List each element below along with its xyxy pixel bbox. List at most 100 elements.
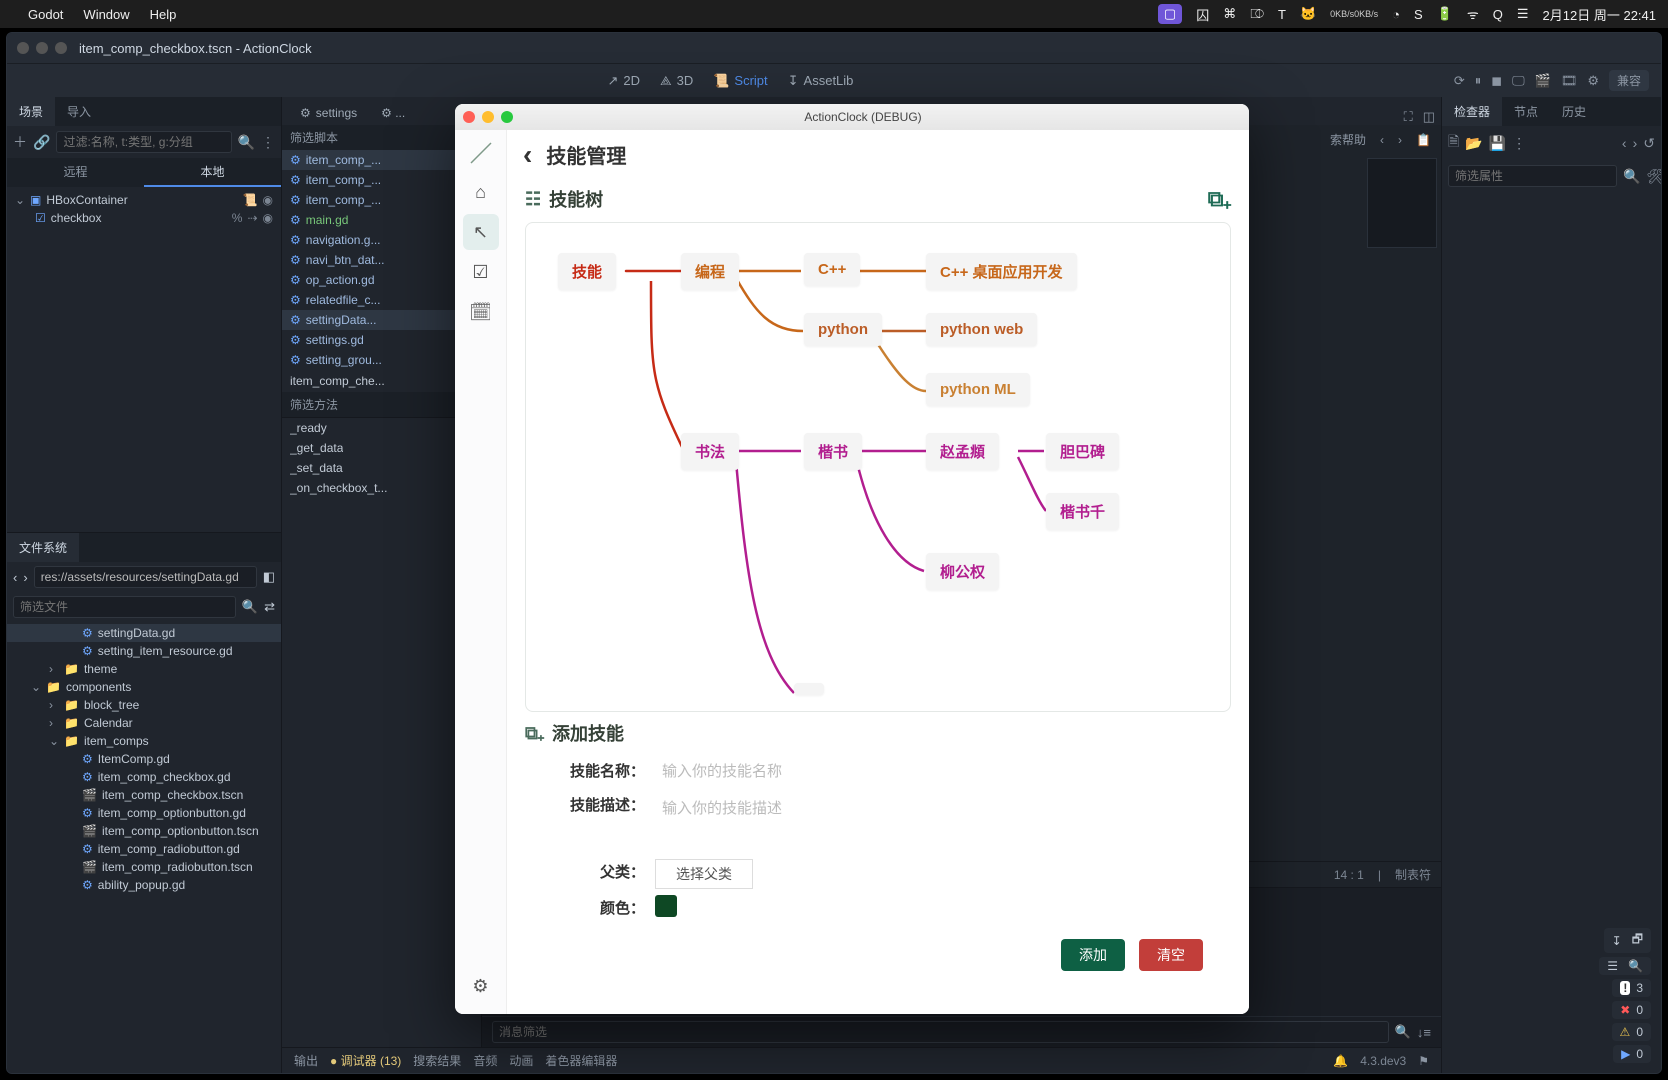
tree-node-zhao[interactable]: 赵孟頫 — [926, 433, 999, 470]
script-item[interactable]: ⚙item_comp_... — [282, 150, 481, 170]
menu-app[interactable]: Godot — [28, 7, 63, 22]
link-icon[interactable]: 🔗 — [33, 134, 50, 151]
tree-node-cpp[interactable]: C++ — [804, 253, 860, 286]
close-icon[interactable] — [463, 111, 475, 123]
tree-node-python-web[interactable]: python web — [926, 313, 1037, 346]
insp-nav-fwd-icon[interactable]: › — [1633, 135, 1638, 151]
tree-node-danba[interactable]: 胆巴碑 — [1046, 433, 1119, 470]
method-item[interactable]: _ready — [282, 418, 481, 438]
subtab-remote[interactable]: 远程 — [7, 158, 144, 187]
godot-traffic-lights[interactable] — [17, 42, 67, 54]
tree-node-skill[interactable]: 技能 — [558, 253, 616, 290]
movie-icon[interactable]: 🎞 — [1561, 73, 1578, 89]
pause-icon[interactable]: ⏸ — [1475, 73, 1482, 89]
status-icon-record[interactable]: ▢ — [1158, 4, 1182, 24]
layout-icon-d[interactable]: 🔍 — [1628, 959, 1643, 973]
status-icon-cat[interactable]: 🐱 — [1300, 6, 1316, 22]
notifications-icon[interactable]: 🔔 — [1333, 1054, 1348, 1068]
fs-mark-icon[interactable]: ◧ — [263, 569, 275, 585]
tree-node-python-ml[interactable]: python ML — [926, 373, 1030, 406]
fs-item[interactable]: ›📁theme — [7, 660, 281, 678]
tree-node-cpp-desktop[interactable]: C++ 桌面应用开发 — [926, 253, 1077, 290]
color-swatch[interactable] — [655, 895, 677, 917]
fs-item[interactable]: ›📁Calendar — [7, 714, 281, 732]
fs-item[interactable]: ⌄📁components — [7, 678, 281, 696]
render-icon[interactable]: ⚙ — [1587, 73, 1599, 89]
counter-warnings[interactable]: ⚠0 — [1612, 1023, 1651, 1041]
tab-inspector[interactable]: 检查器 — [1442, 97, 1502, 126]
visibility-icon[interactable]: ◉ — [263, 193, 273, 207]
bottom-search[interactable]: 搜索结果 — [413, 1052, 461, 1069]
scene-tree-root[interactable]: ⌄▣ HBoxContainer 📜◉ — [13, 191, 275, 209]
script-item[interactable]: ⚙setting_grou... — [282, 350, 481, 370]
add-node-icon[interactable]: ＋ — [13, 132, 27, 152]
nav-tasks-icon[interactable]: ☑ — [463, 254, 499, 290]
status-icon-b[interactable]: ⌘ — [1223, 6, 1236, 22]
new-res-icon[interactable]: 🗎 — [1448, 131, 1459, 155]
signal-icon[interactable]: % — [232, 211, 243, 225]
dock-icon[interactable]: ◫ — [1423, 109, 1435, 125]
tab-scene[interactable]: 场景 — [7, 97, 55, 126]
script-item[interactable]: ⚙op_action.gd — [282, 270, 481, 290]
control-center-icon[interactable]: ☰ — [1517, 6, 1529, 22]
bottom-output[interactable]: 输出 — [294, 1052, 318, 1069]
menu-help[interactable]: Help — [150, 7, 177, 22]
script-item[interactable]: ⚙navigation.g... — [282, 230, 481, 250]
fs-item[interactable]: 🎬item_comp_checkbox.tscn — [7, 786, 281, 804]
tree-node-programming[interactable]: 编程 — [681, 253, 739, 290]
fs-item[interactable]: ⚙item_comp_radiobutton.gd — [7, 840, 281, 858]
menu-window[interactable]: Window — [83, 7, 129, 22]
mode-script[interactable]: 📜 Script — [713, 73, 767, 89]
add-tree-icon[interactable]: ⧉₊ — [1208, 186, 1231, 212]
script-attached-icon[interactable]: 📜 — [243, 193, 258, 207]
status-icon-d[interactable]: T — [1278, 7, 1286, 22]
center-tab-other[interactable]: ⚙ ... — [369, 101, 417, 125]
scene-tree-child[interactable]: ☑ checkbox %⇢◉ — [13, 209, 275, 227]
center-tab-settings[interactable]: ⚙ settings — [288, 101, 369, 125]
fs-path-input[interactable] — [34, 566, 257, 588]
fs-item[interactable]: ⚙ItemComp.gd — [7, 750, 281, 768]
status-icon-s[interactable]: S — [1414, 7, 1423, 22]
search-icon[interactable]: 🔍 — [238, 134, 255, 151]
tab-history[interactable]: 历史 — [1550, 97, 1598, 126]
mode-2d[interactable]: ↗ 2D — [607, 73, 640, 89]
fs-filter-input[interactable] — [13, 596, 236, 618]
fs-item[interactable]: 🎬item_comp_radiobutton.tscn — [7, 858, 281, 876]
fs-item[interactable]: ⚙item_comp_optionbutton.gd — [7, 804, 281, 822]
play-scene-icon[interactable]: 🎬 — [1535, 73, 1551, 89]
doc-icon[interactable]: 📋 — [1416, 133, 1431, 147]
tree-node-kaishu[interactable]: 楷书 — [804, 433, 862, 470]
bottom-anim[interactable]: 动画 — [509, 1052, 533, 1069]
search-icon[interactable]: 🔍 — [242, 599, 258, 615]
counter-messages[interactable]: ▶0 — [1613, 1045, 1651, 1063]
more-icon[interactable]: ⋮ — [1512, 135, 1526, 152]
mode-3d[interactable]: ⟁ 3D — [660, 73, 693, 89]
clear-button[interactable]: 清空 — [1139, 939, 1203, 971]
search-icon[interactable]: 🔍 — [1623, 168, 1640, 185]
fs-back-icon[interactable]: ‹ — [13, 570, 17, 585]
layout-icon-a[interactable]: ↧ — [1612, 934, 1622, 948]
tree-node-kaishu-sub[interactable]: 楷书千 — [1046, 493, 1119, 530]
fs-fwd-icon[interactable]: › — [23, 570, 27, 585]
nav-settings-icon[interactable]: ⚙ — [463, 968, 499, 1004]
back-icon[interactable]: ‹ — [519, 141, 536, 169]
script-item[interactable]: ⚙relatedfile_c... — [282, 290, 481, 310]
tree-node-hidden[interactable] — [794, 683, 824, 695]
nav-calendar-icon[interactable]: 🗓 — [463, 294, 499, 330]
tree-node-calligraphy[interactable]: 书法 — [681, 433, 739, 470]
tree-node-liu[interactable]: 柳公权 — [926, 553, 999, 590]
bottom-extra-icon[interactable]: ⚑ — [1418, 1054, 1429, 1068]
inspector-filter-input[interactable] — [1448, 165, 1617, 187]
nav-home-icon[interactable]: ⌂ — [463, 174, 499, 210]
wifi-icon[interactable]: ᯤ — [1467, 5, 1479, 23]
history-icon[interactable]: ↺ — [1643, 135, 1655, 152]
minimize-icon[interactable] — [482, 111, 494, 123]
method-item[interactable]: _get_data — [282, 438, 481, 458]
skill-tree-canvas[interactable]: 技能 编程 C++ C++ 桌面应用开发 python python web p… — [525, 222, 1231, 712]
battery-icon[interactable]: 🔋 — [1437, 6, 1453, 22]
minimap[interactable] — [1367, 158, 1437, 248]
msg-filter-input[interactable] — [492, 1021, 1389, 1043]
menubar-clock[interactable]: 2月12日 周一 22:41 — [1543, 5, 1656, 24]
bottom-debugger[interactable]: ● 调试器 (13) — [330, 1052, 401, 1069]
layout-icon-c[interactable]: ☰ — [1607, 959, 1618, 973]
